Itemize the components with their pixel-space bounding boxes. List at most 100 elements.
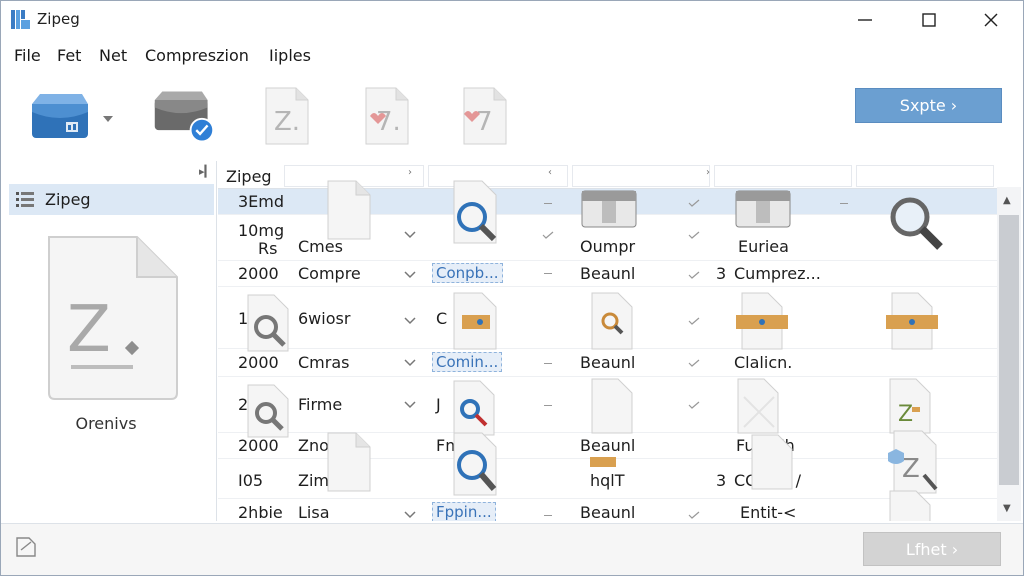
dash-marker: [544, 405, 552, 406]
title-bar: Zipeg: [1, 1, 1023, 39]
cell-id: I05: [238, 471, 264, 490]
archive-box-icon: [735, 190, 791, 228]
blank-document-icon: [327, 180, 371, 240]
tag-document-icon: [736, 292, 788, 350]
sort-arrow-icon: ‹: [548, 167, 552, 178]
extract-button[interactable]: [151, 83, 217, 149]
file-grid: Zipeg › ‹ › 3Emd 10mg Rs Cmes Oumpr Euri…: [218, 161, 997, 521]
close-icon: [984, 13, 998, 27]
checkmark-icon: [542, 231, 554, 239]
dropdown-arrow-icon[interactable]: [101, 111, 115, 125]
cell-link[interactable]: Conpb...: [432, 263, 503, 283]
tree-item-zipeg[interactable]: Zipeg: [9, 184, 214, 215]
gray-archive-check-icon: [154, 91, 215, 143]
scroll-up-icon[interactable]: ▲: [1003, 195, 1011, 206]
sort-arrow-icon: ›: [408, 167, 412, 178]
zip-document-icon: Z: [889, 378, 931, 434]
zip-file-button-3[interactable]: 7: [451, 83, 517, 149]
menu-compression[interactable]: Compreszion: [145, 46, 249, 65]
column-header-6[interactable]: [856, 165, 994, 187]
menu-file[interactable]: File: [14, 46, 41, 65]
dash-marker: [544, 203, 552, 204]
cell-type: Beaunl: [580, 353, 636, 372]
document-icon: [737, 378, 779, 434]
app-window: Zipeg File Fet Net Compreszion Iiples Z.…: [0, 0, 1024, 576]
chevron-down-icon[interactable]: [404, 317, 416, 325]
tree-item-label: Zipeg: [45, 190, 91, 209]
minimize-button[interactable]: [833, 1, 897, 39]
dash-marker: [840, 203, 848, 204]
cell-desc: Entit-<: [740, 503, 797, 521]
cell-type: Beaunl: [580, 503, 636, 521]
cell-sub: Rs: [258, 239, 278, 258]
column-header-4[interactable]: [572, 165, 710, 187]
tag-icon: [590, 457, 616, 467]
minimize-icon: [858, 19, 872, 21]
column-header-name[interactable]: Zipeg: [226, 167, 272, 186]
zip-shield-document-icon: Z: [888, 430, 938, 494]
cell-name: 6wiosr: [298, 309, 351, 328]
table-row[interactable]: 2000 Cmras Comin... Beaunl Clalicn.: [218, 349, 997, 377]
table-row[interactable]: 2hbie Lisa Fppin... Beaunl Entit-<: [218, 499, 997, 521]
dash-marker: [544, 273, 552, 274]
open-archive-button[interactable]: [27, 83, 93, 149]
close-button[interactable]: [959, 1, 1023, 39]
cell-type: Oumpr: [580, 237, 636, 256]
zip-document-heart-icon: 7.: [365, 87, 409, 145]
tag-document-icon: [453, 292, 497, 350]
chevron-down-icon[interactable]: [404, 401, 416, 409]
checkmark-icon: [688, 317, 700, 325]
cell-link[interactable]: Fppin...: [432, 502, 496, 521]
cell-name: Compre: [298, 264, 361, 283]
tree-list-icon: [16, 191, 34, 207]
scrollbar-thumb[interactable]: [999, 215, 1019, 485]
zip-document-icon: Z.: [265, 87, 309, 145]
cell-name: Lisa: [298, 503, 330, 521]
cell-link[interactable]: Comin...: [432, 352, 503, 372]
svg-text:Z: Z: [67, 293, 111, 367]
cell-link: J: [436, 395, 441, 414]
zip-file-button-2[interactable]: 7.: [353, 83, 419, 149]
magnifier-icon: [890, 197, 943, 250]
chevron-down-icon[interactable]: [404, 231, 416, 239]
chevron-down-icon[interactable]: [404, 511, 416, 519]
checkmark-icon: [688, 401, 700, 409]
cell-count: 3: [716, 471, 727, 490]
document-icon: [751, 434, 793, 490]
menu-iiples[interactable]: Iiples: [269, 46, 311, 65]
cell-id: 2hbie: [238, 503, 283, 521]
next-primary-button[interactable]: Sxpte ›: [855, 88, 1002, 123]
preview-label: Orenivs: [75, 414, 137, 433]
table-row[interactable]: 2000 Compre Conpb... Beaunl 3 Cumprez...: [218, 261, 997, 287]
dash-marker: [544, 363, 552, 364]
chevron-down-icon[interactable]: [404, 271, 416, 279]
vertical-scrollbar[interactable]: ▲ ▼: [997, 187, 1021, 521]
next-button[interactable]: Lfhet ›: [863, 532, 1001, 566]
window-title: Zipeg: [37, 10, 80, 28]
menu-net[interactable]: Net: [99, 46, 127, 65]
scroll-down-icon[interactable]: ▼: [1003, 503, 1011, 514]
svg-text:7: 7: [476, 107, 493, 137]
magnifier-document-icon: [453, 180, 497, 244]
column-header-5[interactable]: [714, 165, 852, 187]
zipeg-app-icon: [11, 10, 30, 29]
maximize-button[interactable]: [897, 1, 961, 39]
tag-document-icon: [886, 292, 938, 350]
blue-archive-icon: [32, 94, 88, 138]
chevron-down-icon[interactable]: [404, 359, 416, 367]
cell-id: 10mg: [238, 221, 285, 240]
svg-text:Z: Z: [902, 454, 920, 484]
cell-type: hqlT: [590, 471, 625, 490]
magnifier-document-icon: [453, 432, 497, 496]
cell-count: 3: [716, 264, 727, 283]
cell-desc: Cumprez...: [734, 264, 821, 283]
zip-file-button-1[interactable]: Z.: [253, 83, 319, 149]
checkmark-icon: [688, 231, 700, 239]
edit-document-icon[interactable]: [15, 536, 39, 558]
pane-collapse-icon[interactable]: ▸▎: [199, 165, 213, 178]
magnifier-document-icon: [453, 380, 495, 436]
cell-type: Beaunl: [580, 264, 636, 283]
menu-fet[interactable]: Fet: [57, 46, 81, 65]
document-icon: [889, 490, 931, 521]
magnifier-document-icon: [247, 384, 289, 438]
